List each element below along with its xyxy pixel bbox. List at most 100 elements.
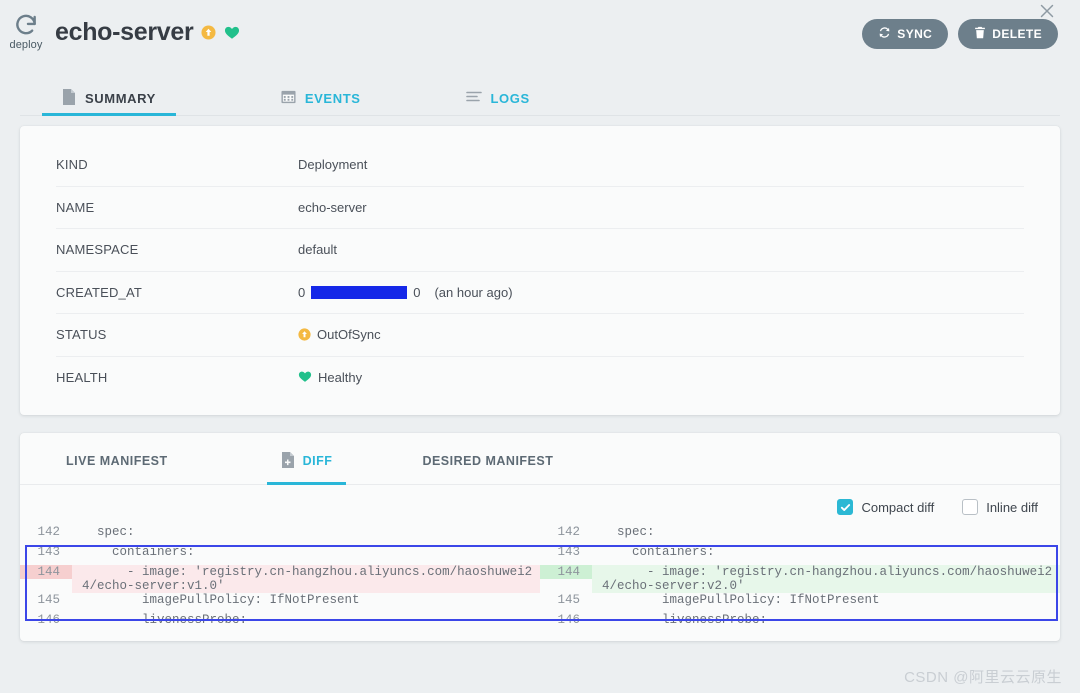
inline-diff-label: Inline diff bbox=[986, 499, 1038, 515]
line-code: imagePullPolicy: IfNotPresent bbox=[602, 593, 880, 607]
trash-icon bbox=[974, 26, 986, 42]
diff-line: 143 containers: bbox=[20, 545, 540, 565]
lines-icon bbox=[465, 90, 482, 107]
tab-diff-label: DIFF bbox=[302, 454, 333, 468]
row-label: KIND bbox=[56, 157, 88, 173]
tab-live-manifest[interactable]: LIVE MANIFEST bbox=[66, 438, 168, 484]
created-at-prefix: 0 bbox=[298, 284, 306, 300]
row-label: STATUS bbox=[56, 327, 107, 343]
diff-pane-live: 142 spec: 143 containers: 144 - image: '… bbox=[20, 525, 540, 633]
line-code: - image: 'registry.cn-hangzhou.aliyuncs.… bbox=[592, 565, 1060, 593]
line-number: 144 bbox=[20, 565, 72, 579]
document-diff-icon bbox=[281, 451, 295, 471]
main-tabs: SUMMARY EVENTS LOGS bbox=[20, 76, 1060, 116]
resource-details-page: deploy echo-server SYNC DELETE SUMMARY E… bbox=[0, 0, 1080, 693]
diff-viewer: 142 spec: 143 containers: 144 - image: '… bbox=[20, 525, 1060, 641]
watermark: CSDN @阿里云云原生 bbox=[904, 669, 1062, 686]
summary-row-name: NAME echo-server bbox=[56, 187, 1024, 229]
health-badge: Healthy bbox=[318, 370, 363, 386]
compact-diff-checkbox[interactable] bbox=[837, 499, 854, 515]
out-of-sync-arrow-icon bbox=[201, 25, 216, 40]
tab-logs[interactable]: LOGS bbox=[456, 81, 540, 115]
diff-line: 146 livenessProbe: bbox=[540, 613, 1060, 633]
heart-icon bbox=[224, 25, 240, 40]
refresh-icon bbox=[878, 26, 891, 42]
line-number: 142 bbox=[557, 525, 580, 539]
manifest-card: LIVE MANIFEST DIFF DESIRED MANIFEST Comp… bbox=[20, 433, 1060, 641]
compact-diff-label: Compact diff bbox=[861, 499, 935, 515]
diff-line: 145 imagePullPolicy: IfNotPresent bbox=[540, 593, 1060, 613]
diff-line-removed: 144 - image: 'registry.cn-hangzhou.aliyu… bbox=[20, 565, 540, 593]
summary-row-namespace: NAMESPACE default bbox=[56, 229, 1024, 272]
title-group: echo-server bbox=[55, 18, 240, 47]
document-icon bbox=[62, 88, 76, 108]
page-header: deploy echo-server SYNC DELETE bbox=[0, 0, 1080, 76]
manifest-tabs: LIVE MANIFEST DIFF DESIRED MANIFEST bbox=[20, 433, 1060, 485]
line-number: 144 bbox=[540, 565, 592, 579]
row-label: NAME bbox=[56, 199, 95, 215]
diff-line: 142 spec: bbox=[540, 525, 1060, 545]
tab-live-manifest-label: LIVE MANIFEST bbox=[66, 454, 168, 468]
diff-line: 143 containers: bbox=[540, 545, 1060, 565]
close-icon[interactable] bbox=[1036, 0, 1058, 22]
compact-diff-toggle[interactable]: Compact diff bbox=[837, 499, 934, 515]
diff-line: 142 spec: bbox=[20, 525, 540, 545]
row-value: 0 0 (an hour ago) bbox=[298, 285, 513, 300]
diff-pane-desired: 142 spec: 143 containers: 144 - image: '… bbox=[540, 525, 1060, 633]
line-number: 146 bbox=[37, 613, 60, 627]
redaction-bar bbox=[311, 285, 408, 299]
diff-line: 146 livenessProbe: bbox=[20, 613, 540, 633]
inline-diff-toggle[interactable]: Inline diff bbox=[962, 499, 1038, 515]
line-code: spec: bbox=[82, 525, 135, 539]
line-number: 143 bbox=[557, 545, 580, 559]
kind-icon-label: deploy bbox=[9, 39, 43, 51]
tab-diff[interactable]: DIFF bbox=[266, 438, 347, 485]
deploy-rotate-icon: deploy bbox=[8, 12, 44, 51]
summary-card: KIND Deployment NAME echo-server NAMESPA… bbox=[20, 126, 1060, 415]
line-code: livenessProbe: bbox=[82, 613, 248, 627]
row-label: CREATED_AT bbox=[56, 284, 143, 300]
status-badge: OutOfSync bbox=[317, 327, 381, 343]
sync-button-label: SYNC bbox=[897, 27, 933, 41]
diff-panes: 142 spec: 143 containers: 144 - image: '… bbox=[20, 525, 1060, 633]
summary-row-health: HEALTH Healthy bbox=[56, 357, 1024, 400]
summary-row-status: STATUS OutOfSync bbox=[56, 314, 1024, 357]
delete-button[interactable]: DELETE bbox=[958, 19, 1058, 49]
delete-button-label: DELETE bbox=[992, 27, 1042, 41]
line-number: 145 bbox=[37, 593, 60, 607]
diff-line: 145 imagePullPolicy: IfNotPresent bbox=[20, 593, 540, 613]
calendar-icon bbox=[281, 89, 296, 107]
header-actions: SYNC DELETE bbox=[862, 19, 1058, 49]
inline-diff-checkbox[interactable] bbox=[962, 499, 979, 515]
diff-line-added: 144 - image: 'registry.cn-hangzhou.aliyu… bbox=[540, 565, 1060, 593]
sync-button[interactable]: SYNC bbox=[862, 19, 949, 49]
line-code: containers: bbox=[602, 545, 715, 559]
tab-desired-manifest-label: DESIRED MANIFEST bbox=[422, 454, 554, 468]
line-number: 146 bbox=[557, 613, 580, 627]
out-of-sync-arrow-icon bbox=[298, 327, 311, 342]
row-value: OutOfSync bbox=[298, 327, 381, 342]
diff-options: Compact diff Inline diff bbox=[20, 485, 1060, 525]
tab-summary-label: SUMMARY bbox=[85, 90, 156, 106]
line-code: containers: bbox=[82, 545, 195, 559]
line-code: spec: bbox=[602, 525, 655, 539]
tab-events-label: EVENTS bbox=[304, 90, 361, 106]
row-value: Deployment bbox=[298, 157, 368, 173]
created-at-suffix: 0 bbox=[413, 284, 421, 300]
tab-desired-manifest[interactable]: DESIRED MANIFEST bbox=[422, 438, 553, 484]
page-title: echo-server bbox=[55, 18, 194, 46]
tab-events[interactable]: EVENTS bbox=[271, 81, 371, 115]
line-code: imagePullPolicy: IfNotPresent bbox=[82, 593, 360, 607]
heart-icon bbox=[298, 370, 312, 385]
created-at-relative: (an hour ago) bbox=[434, 284, 513, 300]
row-label: NAMESPACE bbox=[56, 242, 139, 258]
row-label: HEALTH bbox=[56, 370, 108, 386]
line-code: - image: 'registry.cn-hangzhou.aliyuncs.… bbox=[72, 565, 540, 593]
line-number: 143 bbox=[37, 545, 60, 559]
tab-summary[interactable]: SUMMARY bbox=[42, 81, 176, 116]
line-number: 145 bbox=[557, 593, 580, 607]
line-number: 142 bbox=[37, 525, 60, 539]
line-code: livenessProbe: bbox=[602, 613, 768, 627]
summary-row-kind: KIND Deployment bbox=[56, 144, 1024, 187]
summary-row-created-at: CREATED_AT 0 0 (an hour ago) bbox=[56, 272, 1024, 314]
